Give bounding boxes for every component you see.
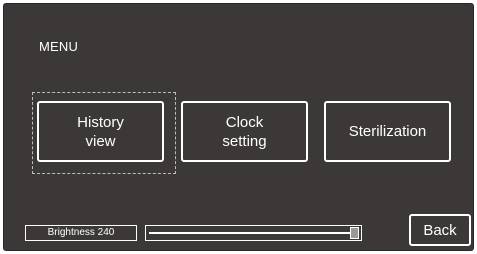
clock-setting-button[interactable]: Clock setting <box>181 101 308 162</box>
back-button[interactable]: Back <box>409 214 471 246</box>
brightness-slider[interactable] <box>145 225 362 241</box>
brightness-slider-thumb[interactable] <box>350 227 359 239</box>
history-view-button[interactable]: History view <box>37 101 164 162</box>
brightness-label: Brightness 240 <box>25 225 137 241</box>
brightness-slider-rail <box>149 232 351 234</box>
menu-screen: MENU History view Clock setting Steriliz… <box>3 3 474 251</box>
screen-title: MENU <box>39 39 79 54</box>
sterilization-button[interactable]: Sterilization <box>324 101 451 162</box>
